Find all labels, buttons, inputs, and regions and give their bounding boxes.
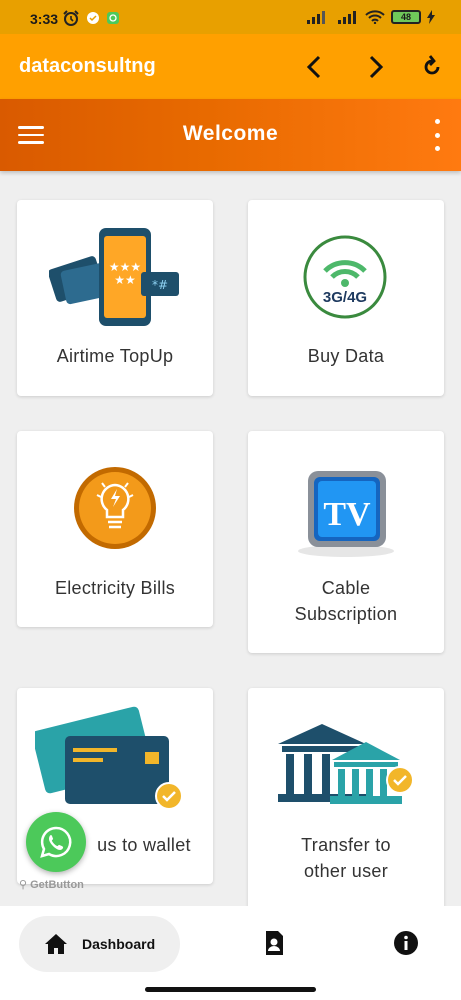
page-title: Welcome xyxy=(182,122,279,145)
app-notification-icon xyxy=(107,12,119,24)
svg-text:★★★: ★★★ xyxy=(109,260,141,274)
bank-icon xyxy=(278,724,414,804)
status-bar: 3:33 48 xyxy=(0,0,461,34)
card-label: Cable Subscription xyxy=(294,578,398,624)
nav-dashboard[interactable]: Dashboard xyxy=(19,916,180,972)
app-header: Welcome xyxy=(0,99,461,171)
chevron-left-icon xyxy=(306,55,321,79)
buy-data-card[interactable]: 3G/4G Buy Data xyxy=(248,200,444,396)
whatsapp-icon xyxy=(40,826,72,858)
tv-icon: TV xyxy=(298,471,394,557)
wifi-icon xyxy=(365,10,385,24)
phone-topup-icon: ★★★ ★★ *# xyxy=(49,228,179,326)
reload-icon xyxy=(424,55,440,75)
transfer-card[interactable]: Transfer to other user xyxy=(248,688,444,910)
contact-card-icon[interactable] xyxy=(261,930,287,956)
system-home-indicator[interactable] xyxy=(145,987,316,992)
info-icon[interactable] xyxy=(393,930,419,956)
card-label: Transfer to other user xyxy=(301,835,391,881)
card-label: Electricity Bills xyxy=(54,578,176,598)
back-button[interactable] xyxy=(298,51,330,83)
alarm-icon xyxy=(63,10,79,26)
card-label: Airtime TopUp xyxy=(56,346,174,366)
cable-subscription-card[interactable]: TV Cable Subscription xyxy=(248,431,444,653)
getbutton-brand[interactable]: ⚲ GetButton xyxy=(19,878,84,891)
getbutton-logo-icon: ⚲ xyxy=(19,879,28,891)
svg-text:3G/4G: 3G/4G xyxy=(323,289,367,306)
lightbulb-icon xyxy=(74,467,156,549)
status-time: 3:33 xyxy=(30,11,59,27)
chevron-right-icon xyxy=(369,55,384,79)
home-icon xyxy=(45,934,67,954)
more-options-icon[interactable] xyxy=(431,119,443,151)
signal-icon-2 xyxy=(338,11,356,24)
whatsapp-button[interactable] xyxy=(26,812,86,872)
browser-bar: dataconsultng xyxy=(0,34,461,99)
signal-icon xyxy=(307,11,325,24)
nav-dashboard-label: Dashboard xyxy=(82,936,156,952)
check-circle-icon xyxy=(87,12,99,24)
browser-title: dataconsultng xyxy=(19,55,156,77)
battery-indicator: 48 xyxy=(391,10,421,24)
svg-text:★★: ★★ xyxy=(114,273,136,287)
svg-text:*#: *# xyxy=(152,278,168,292)
electricity-bills-card[interactable]: Electricity Bills xyxy=(17,431,213,627)
3g-4g-icon: 3G/4G xyxy=(303,235,387,319)
reload-button[interactable] xyxy=(416,51,448,83)
svg-text:TV: TV xyxy=(323,496,371,533)
cards-icon xyxy=(35,706,183,810)
card-label: Buy Data xyxy=(307,346,385,366)
bottom-navigation: Dashboard xyxy=(0,906,461,1000)
airtime-topup-card[interactable]: ★★★ ★★ *# Airtime TopUp xyxy=(17,200,213,396)
charging-icon xyxy=(427,10,435,24)
forward-button[interactable] xyxy=(360,51,392,83)
